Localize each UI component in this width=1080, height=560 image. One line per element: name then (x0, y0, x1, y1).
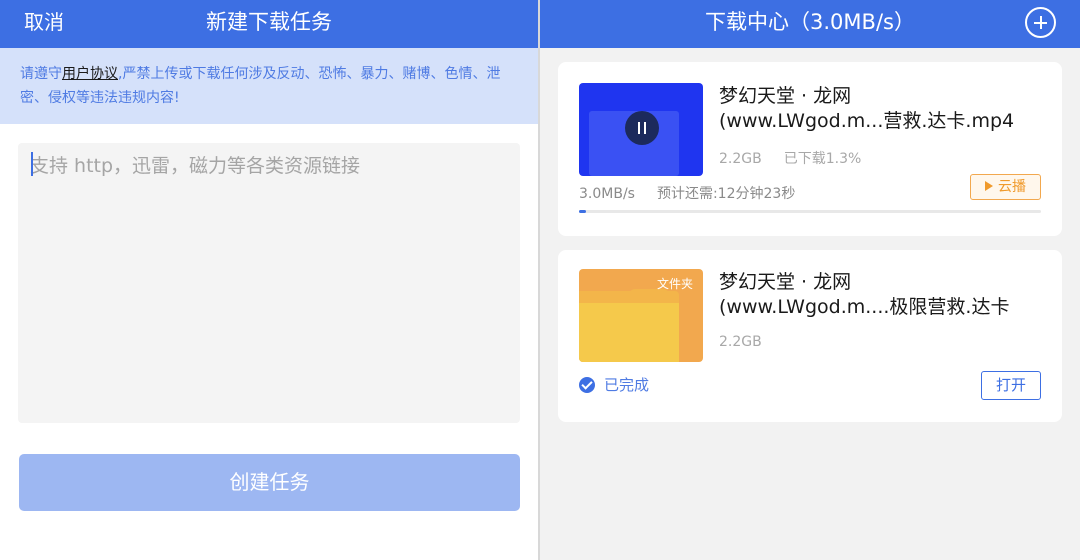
check-circle-icon (579, 377, 595, 393)
task-speed: 3.0MB/s (579, 186, 635, 202)
download-progress-bar (579, 210, 1041, 213)
download-center-header: 下载中心（3.0MB/s） (540, 0, 1080, 48)
new-download-task-panel: 取消 新建下载任务 请遵守用户协议,严禁上传或下载任何涉及反动、恐怖、暴力、赌博… (0, 0, 538, 560)
download-progress-fill (579, 210, 586, 213)
task-size: 2.2GB (719, 334, 762, 350)
folder-label: 文件夹 (656, 277, 693, 291)
cloud-play-label: 云播 (998, 179, 1026, 195)
cloud-play-button[interactable]: 云播 (970, 174, 1041, 200)
download-task-card[interactable]: 梦幻天堂 · 龙网 (www.LWgod.m...营救.达卡.mp4 2.2GB… (558, 62, 1062, 236)
create-task-button[interactable]: 创建任务 (19, 454, 520, 511)
task-size: 2.2GB (719, 151, 762, 167)
task-speed-row: 3.0MB/s 预计还需:12分钟23秒 (579, 183, 795, 203)
download-center-panel: 下载中心（3.0MB/s） 梦幻天堂 · 龙网 (www.LWgod.m...营… (540, 0, 1080, 560)
notice-prefix: 请遵守 (20, 66, 62, 82)
task-file-name: 梦幻天堂 · 龙网 (www.LWgod.m...营救.达卡.mp4 (719, 85, 1015, 132)
folder-icon (579, 303, 679, 362)
download-center-title: 下载中心（3.0MB/s） (705, 10, 915, 34)
task-status-label: 已完成 (604, 376, 650, 394)
play-icon (985, 181, 993, 191)
compliance-notice: 请遵守用户协议,严禁上传或下载任何涉及反动、恐怖、暴力、赌博、色情、泄密、侵权等… (0, 48, 538, 124)
folder-thumbnail: 文件夹 (579, 269, 703, 362)
page-title: 新建下载任务 (206, 10, 332, 34)
task-status: 已完成 (579, 375, 649, 395)
user-agreement-link[interactable]: 用户协议 (62, 66, 118, 82)
task-progress-text: 已下载1.3% (783, 151, 862, 167)
task-meta: 2.2GB 已下载1.3% (719, 148, 861, 168)
open-button[interactable]: 打开 (981, 371, 1041, 400)
task-eta: 预计还需:12分钟23秒 (656, 186, 796, 202)
pause-icon[interactable] (625, 111, 659, 145)
download-task-card[interactable]: 文件夹 梦幻天堂 · 龙网 (www.LWgod.m....极限营救.达卡 2.… (558, 250, 1062, 422)
resource-link-input[interactable] (18, 143, 520, 423)
text-caret (31, 152, 33, 176)
task-file-name: 梦幻天堂 · 龙网 (www.LWgod.m....极限营救.达卡 (719, 271, 1010, 318)
task-meta: 2.2GB (719, 334, 762, 350)
new-task-header: 取消 新建下载任务 (0, 0, 538, 48)
plus-circle-icon[interactable] (1025, 7, 1056, 38)
video-thumbnail (579, 83, 703, 176)
